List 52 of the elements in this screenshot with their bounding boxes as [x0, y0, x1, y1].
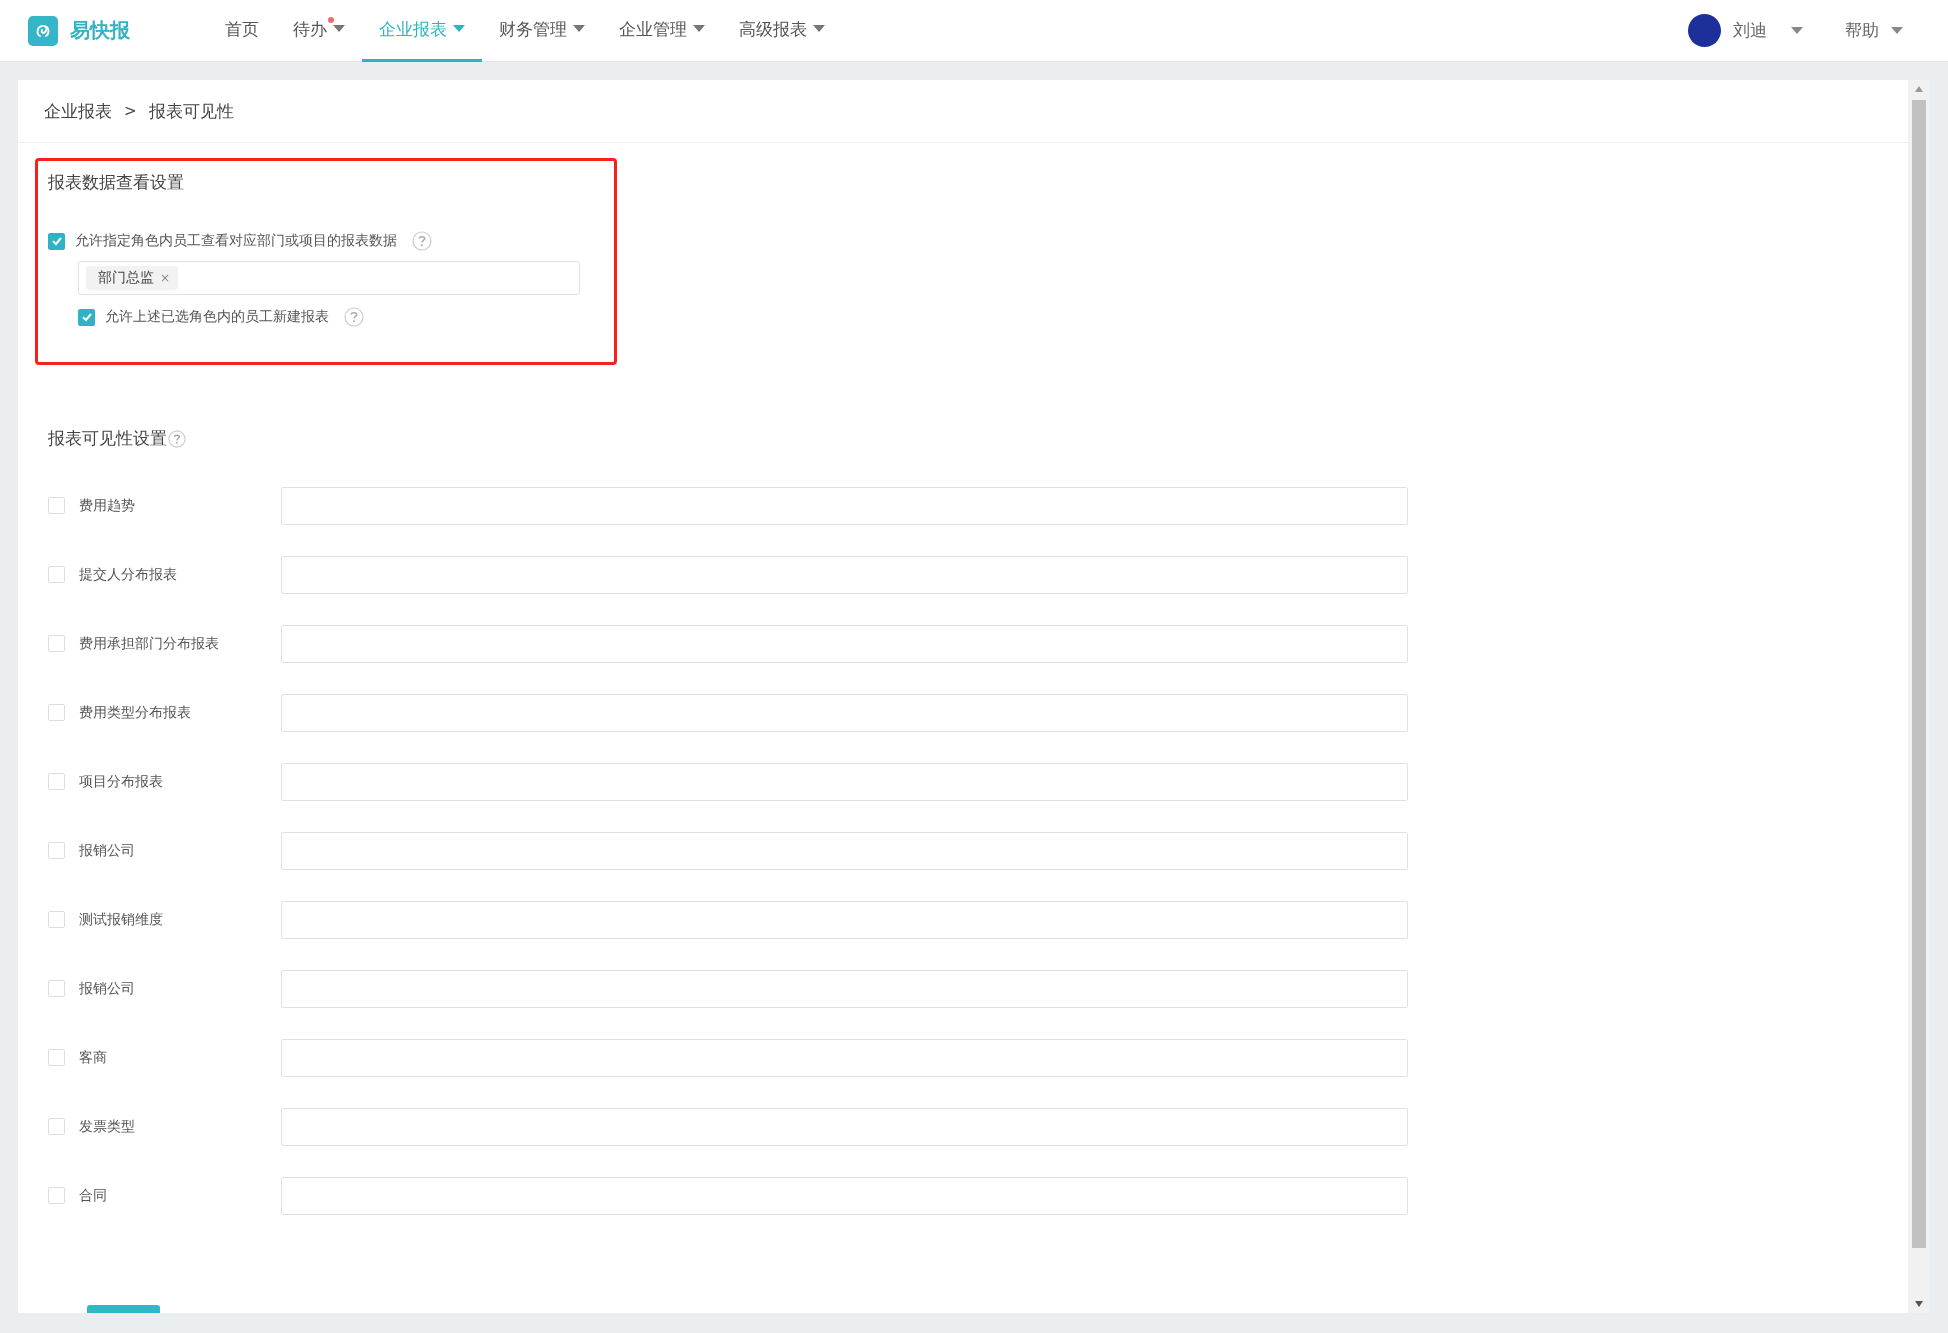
- input-field[interactable]: [281, 486, 1408, 525]
- report-name: 报销公司: [79, 841, 135, 860]
- checkbox-label: 允许指定角色内员工查看对应部门或项目的报表数据: [75, 232, 397, 250]
- input-field[interactable]: [281, 969, 1408, 1008]
- input-field[interactable]: [281, 693, 1408, 732]
- input-field[interactable]: [281, 900, 1408, 939]
- report-name: 测试报销维度: [79, 910, 163, 929]
- avatar[interactable]: [1688, 14, 1721, 47]
- checkbox[interactable]: [48, 232, 65, 250]
- breadcrumb-link[interactable]: 企业报表: [44, 99, 112, 123]
- logo-icon: [28, 15, 58, 46]
- help-icon[interactable]: [412, 231, 432, 251]
- input-field[interactable]: [281, 555, 1408, 594]
- input-field[interactable]: [281, 1107, 1408, 1146]
- nav-tab[interactable]: 首页: [208, 0, 276, 62]
- nav-tab[interactable]: 待办: [276, 0, 362, 62]
- caret-icon: [1791, 26, 1803, 35]
- section-title: 报表可见性设置: [48, 427, 167, 450]
- user-menu[interactable]: 刘迪: [1733, 19, 1767, 42]
- help-icon[interactable]: [168, 429, 186, 448]
- input-field[interactable]: [281, 1038, 1408, 1077]
- report-name: 提交人分布报表: [79, 565, 177, 584]
- report-name: 报销公司: [79, 979, 135, 998]
- scroll-down-arrow-icon[interactable]: [1915, 1301, 1923, 1307]
- scroll-up-arrow-icon[interactable]: [1915, 86, 1923, 92]
- input-field[interactable]: [281, 831, 1408, 870]
- caret-icon: [1891, 26, 1903, 35]
- checkmark-icon: [80, 311, 93, 323]
- checkbox[interactable]: [78, 308, 95, 326]
- report-name: 发票类型: [79, 1117, 135, 1136]
- scrollbar[interactable]: [1908, 80, 1930, 1313]
- nav-tab[interactable]: 财务管理: [482, 0, 602, 62]
- report-name: 合同: [79, 1186, 107, 1205]
- breadcrumb-separator: >: [124, 102, 137, 120]
- checkmark-icon: [50, 235, 63, 247]
- tag-label: 部门总监: [98, 269, 154, 287]
- role-select-field[interactable]: 部门总监 ×: [78, 261, 580, 295]
- report-name: 费用类型分布报表: [79, 703, 191, 722]
- nav-tab[interactable]: 企业管理: [602, 0, 722, 62]
- checkbox-label: 允许上述已选角色内的员工新建报表: [105, 308, 329, 326]
- help-menu[interactable]: 帮助: [1845, 19, 1879, 42]
- input-field[interactable]: [281, 1176, 1408, 1215]
- breadcrumb-current: 报表可见性: [148, 99, 234, 123]
- section-title: 报表数据查看设置: [48, 171, 185, 194]
- input-field[interactable]: [281, 624, 1408, 663]
- report-name: 项目分布报表: [79, 772, 163, 791]
- nav-tab[interactable]: 高级报表: [722, 0, 842, 62]
- report-name: 费用趋势: [79, 496, 135, 515]
- help-icon[interactable]: [344, 307, 364, 327]
- input-field[interactable]: [281, 762, 1408, 801]
- report-name: 费用承担部门分布报表: [79, 634, 219, 653]
- report-name: 客商: [79, 1048, 107, 1067]
